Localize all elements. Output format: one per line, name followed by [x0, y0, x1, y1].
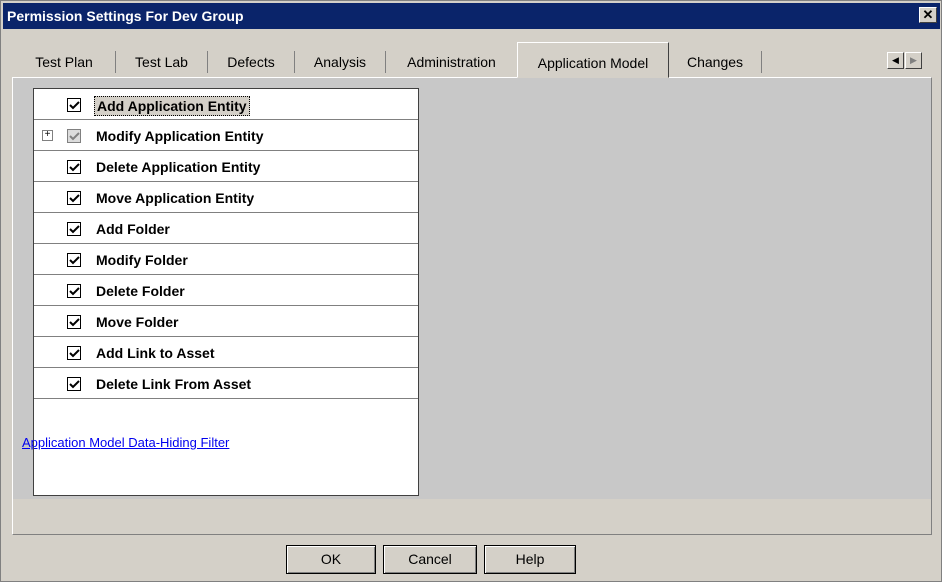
permission-row-add-folder[interactable]: Add Folder	[34, 213, 418, 244]
permission-row-add-link-to-asset[interactable]: Add Link to Asset	[34, 337, 418, 368]
checkbox-checked-icon[interactable]	[67, 377, 81, 391]
help-button[interactable]: Help	[484, 545, 576, 574]
checkbox-checked-icon[interactable]	[67, 315, 81, 329]
module-tabstrip: Test Plan Test Lab Defects Analysis Admi…	[13, 42, 937, 78]
tab-test-plan[interactable]: Test Plan	[13, 46, 115, 77]
expand-plus-icon[interactable]: +	[42, 130, 53, 141]
tab-page-footer	[13, 499, 931, 534]
data-hiding-filter-link[interactable]: Application Model Data-Hiding Filter	[22, 435, 229, 450]
permission-label: Modify Folder	[96, 252, 188, 268]
tab-test-lab[interactable]: Test Lab	[116, 46, 207, 77]
ok-button[interactable]: OK	[286, 545, 376, 574]
permission-row-move-folder[interactable]: Move Folder	[34, 306, 418, 337]
checkbox-checked-icon[interactable]	[67, 284, 81, 298]
permission-label: Delete Application Entity	[96, 159, 261, 175]
permission-row-move-application-entity[interactable]: Move Application Entity	[34, 182, 418, 213]
permission-label: Move Application Entity	[96, 190, 255, 206]
cancel-button[interactable]: Cancel	[383, 545, 477, 574]
permission-label: Delete Folder	[96, 283, 185, 299]
tab-changes[interactable]: Changes	[669, 46, 761, 77]
close-icon[interactable]: ✕	[919, 7, 937, 23]
tab-administration[interactable]: Administration	[386, 46, 517, 77]
checkbox-checked-icon[interactable]	[67, 253, 81, 267]
tab-scroll-right-icon[interactable]: ▶	[905, 52, 922, 69]
tab-page-application-model: Add Application Entity + Modify Applicat…	[12, 77, 932, 535]
permission-label: Delete Link From Asset	[96, 376, 252, 392]
checkbox-checked-icon[interactable]	[67, 222, 81, 236]
permission-label: Add Link to Asset	[96, 345, 215, 361]
tab-application-model[interactable]: Application Model	[517, 42, 669, 78]
checkbox-checked-icon[interactable]	[67, 98, 81, 112]
window-title: Permission Settings For Dev Group	[7, 8, 244, 24]
checkbox-checked-icon[interactable]	[67, 160, 81, 174]
title-bar[interactable]: Permission Settings For Dev Group ✕	[3, 3, 940, 29]
permission-label: Add Application Entity	[94, 96, 250, 116]
tab-defects[interactable]: Defects	[208, 46, 294, 77]
permission-row-modify-application-entity[interactable]: + Modify Application Entity	[34, 120, 418, 151]
permission-label: Add Folder	[96, 221, 170, 237]
permission-label: Move Folder	[96, 314, 179, 330]
permission-label: Modify Application Entity	[96, 128, 264, 144]
checkbox-partial-icon[interactable]	[67, 129, 81, 143]
permission-row-delete-link-from-asset[interactable]: Delete Link From Asset	[34, 368, 418, 399]
checkbox-checked-icon[interactable]	[67, 346, 81, 360]
permission-row-modify-folder[interactable]: Modify Folder	[34, 244, 418, 275]
permission-settings-dialog: Permission Settings For Dev Group ✕ Test…	[0, 0, 942, 582]
permission-row-delete-application-entity[interactable]: Delete Application Entity	[34, 151, 418, 182]
checkbox-checked-icon[interactable]	[67, 191, 81, 205]
tab-separator	[761, 51, 762, 73]
permission-row-add-application-entity[interactable]: Add Application Entity	[34, 89, 418, 120]
permission-row-delete-folder[interactable]: Delete Folder	[34, 275, 418, 306]
tab-analysis[interactable]: Analysis	[295, 46, 385, 77]
tab-scroll-left-icon[interactable]: ◀	[887, 52, 904, 69]
